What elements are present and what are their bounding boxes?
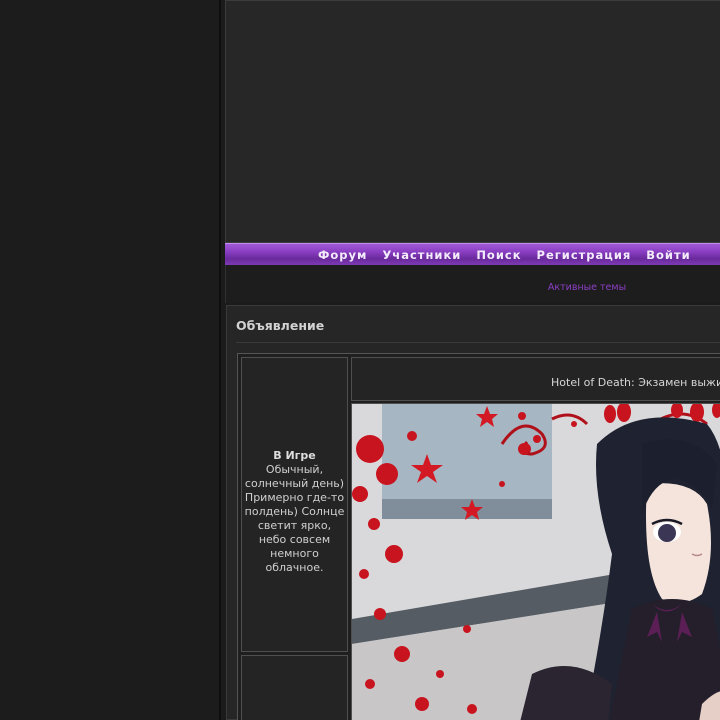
in-game-description: Обычный, солнечный день) Примерно где-то… (244, 462, 345, 574)
empty-side-cell (241, 655, 348, 720)
in-game-heading: В Игре (273, 448, 316, 462)
banner-title: Hotel of Death: Экзамен выживания (551, 376, 720, 389)
banner-title-cell: Hotel of Death: Экзамен выживания (351, 357, 720, 401)
active-topics-link[interactable]: Активные темы (462, 282, 712, 293)
announcement-block: Объявление В Игре Обычный, солнечный ден… (226, 305, 720, 720)
announcement-table: В Игре Обычный, солнечный день) Примерно… (237, 353, 720, 720)
main-navbar: Форум Участники Поиск Регистрация Войти (225, 243, 720, 265)
nav-link-login[interactable]: Войти (646, 248, 690, 262)
announcement-divider (236, 342, 720, 343)
gutter-divider (219, 0, 221, 720)
sub-nav-strip: Активные темы (225, 265, 720, 303)
nav-link-forum[interactable]: Форум (318, 248, 367, 262)
illustration-svg (352, 404, 720, 720)
in-game-cell: В Игре Обычный, солнечный день) Примерно… (241, 357, 348, 652)
nav-link-search[interactable]: Поиск (476, 248, 521, 262)
header-banner (225, 0, 720, 243)
forum-page: Форум Участники Поиск Регистрация Войти … (0, 0, 720, 720)
nav-link-register[interactable]: Регистрация (537, 248, 632, 262)
left-gutter (0, 0, 219, 720)
announcement-title: Объявление (236, 318, 325, 333)
nav-link-members[interactable]: Участники (382, 248, 461, 262)
anime-girl-illustration (351, 403, 720, 720)
